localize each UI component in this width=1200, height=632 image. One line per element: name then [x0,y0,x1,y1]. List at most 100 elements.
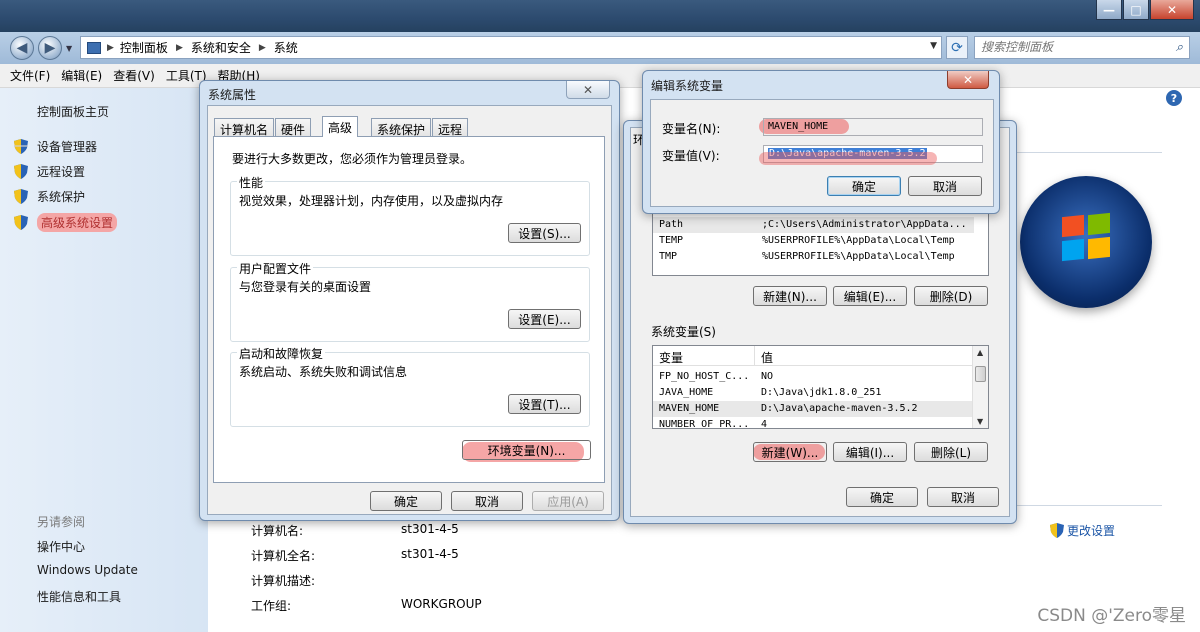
sidebar: 控制面板主页 设备管理器 远程设置 系统保护 高级系统设置 另请参阅 操作中心 … [0,88,208,632]
system-new-button[interactable]: 新建(W)... [753,442,827,462]
system-var-value[interactable]: D:\Java\apache-maven-3.5.2 [761,403,918,414]
startup-recovery-group: 启动和故障恢复 系统启动、系统失败和调试信息 设置(T)... [230,345,590,427]
user-var-name[interactable]: TMP [659,251,677,262]
shield-icon [14,189,28,204]
variable-name-label: 变量名(N): [662,122,721,136]
menu-edit[interactable]: 编辑(E) [61,67,102,84]
cancel-button[interactable]: 取消 [908,176,982,196]
sidebar-item-remote-settings[interactable]: 远程设置 [14,163,85,180]
system-var-name[interactable]: NUMBER_OF_PR... [659,419,749,428]
change-settings-link[interactable]: 更改设置 [1050,522,1115,539]
startup-recovery-settings-button[interactable]: 设置(T)... [508,394,581,414]
forward-arrow-icon: ▶ [44,40,56,56]
group-title: 用户配置文件 [237,260,314,277]
user-new-button[interactable]: 新建(N)... [753,286,827,306]
dialog-title: 系统属性 [208,88,257,102]
system-var-value[interactable]: 4 [761,419,767,428]
maximize-button[interactable]: □ [1123,0,1149,20]
crumb-chevron-icon: ▶ [107,42,114,53]
computer-name-label: 计算机名: [251,524,304,538]
performance-settings-button[interactable]: 设置(S)... [508,223,581,243]
user-var-value[interactable]: ;C:\Users\Administrator\AppData... [762,219,967,230]
close-icon: ✕ [582,82,594,97]
scroll-down-icon[interactable]: ▼ [977,417,983,426]
dialog-close-button[interactable]: ✕ [566,81,610,99]
apply-button[interactable]: 应用(A) [532,491,604,511]
tab-remote[interactable]: 远程 [432,118,469,137]
system-var-value[interactable]: NO [761,371,773,382]
performance-group: 性能 视觉效果，处理器计划，内存使用，以及虚拟内存 设置(S)... [230,174,590,256]
system-var-name[interactable]: MAVEN_HOME [659,403,719,414]
address-field[interactable]: ▶ 控制面板 ▶ 系统和安全 ▶ 系统 ▼ [80,36,942,59]
forward-button[interactable]: ▶ [38,36,62,60]
minimize-button[interactable]: — [1096,0,1122,20]
crumb-system-security[interactable]: 系统和安全 [191,39,251,56]
tab-computer-name[interactable]: 计算机名 [214,118,275,137]
window-titlebar: — □ ✕ [0,0,1200,32]
close-button[interactable]: ✕ [1150,0,1194,20]
workgroup-label: 工作组: [251,599,292,613]
menu-file[interactable]: 文件(F) [10,67,50,84]
system-properties-dialog: 系统属性 ✕ 计算机名 硬件 高级 系统保护 远程 要进行大多数更改，您必须作为… [199,80,620,521]
variable-name-input[interactable]: MAVEN_HOME [763,118,983,136]
cancel-button[interactable]: 取消 [927,487,999,507]
search-icon[interactable]: ⌕ [1176,40,1183,55]
user-var-value[interactable]: %USERPROFILE%\AppData\Local\Temp [762,251,955,262]
user-var-value[interactable]: %USERPROFILE%\AppData\Local\Temp [762,235,955,246]
menu-view[interactable]: 查看(V) [113,67,155,84]
column-header-variable[interactable]: 变量 [653,346,755,366]
user-delete-button[interactable]: 删除(D) [914,286,988,306]
help-icon[interactable]: ? [1166,90,1182,106]
sidebar-link-performance[interactable]: 性能信息和工具 [37,588,121,605]
tab-hardware[interactable]: 硬件 [275,118,312,137]
admin-note: 要进行大多数更改，您必须作为管理员登录。 [232,152,473,166]
sidebar-item-system-protection[interactable]: 系统保护 [14,188,85,205]
sidebar-link-windows-update[interactable]: Windows Update [37,563,138,577]
dialog-body: 变量名(N): MAVEN_HOME 变量值(V): D:\Java\apach… [650,99,994,207]
full-computer-name-value: st301-4-5 [401,547,459,561]
control-panel-icon [87,41,101,54]
scroll-thumb[interactable] [975,366,986,382]
sidebar-control-panel-home[interactable]: 控制面板主页 [37,103,109,120]
system-var-value[interactable]: D:\Java\jdk1.8.0_251 [761,387,881,398]
windows-logo [1020,176,1152,308]
sidebar-item-device-manager[interactable]: 设备管理器 [14,138,97,155]
system-variables-list: 变量 值 FP_NO_HOST_C... NO JAVA_HOME D:\Jav… [652,345,989,429]
search-box[interactable]: ⌕ [974,36,1190,59]
user-variables-list: Path ;C:\Users\Administrator\AppData... … [652,212,989,276]
scrollbar[interactable]: ▲ ▼ [972,346,988,428]
ok-button[interactable]: 确定 [827,176,901,196]
column-header-value[interactable]: 值 [755,346,974,366]
system-edit-button[interactable]: 编辑(I)... [833,442,907,462]
cancel-button[interactable]: 取消 [451,491,523,511]
dialog-body: 计算机名 硬件 高级 系统保护 远程 要进行大多数更改，您必须作为管理员登录。 … [207,105,612,515]
search-input[interactable] [981,40,1161,54]
user-var-name[interactable]: TEMP [659,235,683,246]
system-delete-button[interactable]: 删除(L) [914,442,988,462]
ok-button[interactable]: 确定 [370,491,442,511]
shield-icon [14,215,28,230]
system-var-name[interactable]: FP_NO_HOST_C... [659,371,749,382]
sidebar-item-advanced-settings[interactable]: 高级系统设置 [14,213,118,232]
user-var-name[interactable]: Path [659,219,683,230]
change-settings-label: 更改设置 [1067,524,1116,538]
sidebar-link-action-center[interactable]: 操作中心 [37,538,85,555]
crumb-system[interactable]: 系统 [274,39,298,56]
address-dropdown-icon[interactable]: ▼ [930,41,937,51]
crumb-control-panel[interactable]: 控制面板 [120,39,168,56]
tab-system-protection[interactable]: 系统保护 [371,118,432,137]
divider [1016,152,1162,153]
group-description: 系统启动、系统失败和调试信息 [239,365,408,379]
scroll-up-icon[interactable]: ▲ [977,348,983,357]
back-button[interactable]: ◀ [10,36,34,60]
environment-variables-button[interactable]: 环境变量(N)... [462,440,591,460]
refresh-button[interactable]: ⟳ [946,36,968,59]
tab-advanced[interactable]: 高级 [322,116,359,137]
dialog-close-button[interactable]: ✕ [947,71,989,89]
user-profiles-settings-button[interactable]: 设置(E)... [508,309,581,329]
history-dropdown-icon[interactable]: ▼ [66,44,72,53]
ok-button[interactable]: 确定 [846,487,918,507]
user-edit-button[interactable]: 编辑(E)... [833,286,907,306]
system-var-name[interactable]: JAVA_HOME [659,387,713,398]
shield-icon [14,164,28,179]
